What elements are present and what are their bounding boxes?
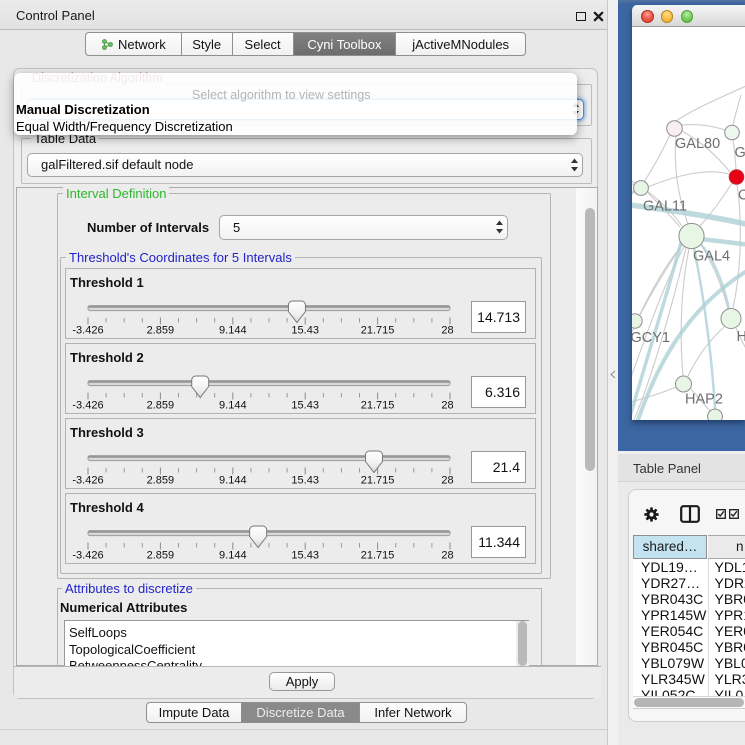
svg-text:HX: HX	[737, 329, 745, 345]
svg-text:9.144: 9.144	[219, 400, 247, 412]
svg-text:28: 28	[441, 325, 453, 337]
svg-text:-3.426: -3.426	[72, 550, 103, 562]
svg-text:15.43: 15.43	[291, 550, 319, 562]
svg-text:GAL11: GAL11	[643, 199, 687, 215]
svg-text:2.859: 2.859	[147, 400, 175, 412]
svg-text:28: 28	[441, 550, 453, 562]
svg-text:21.715: 21.715	[361, 475, 395, 487]
svg-text:28: 28	[441, 475, 453, 487]
svg-text:15.43: 15.43	[291, 400, 319, 412]
svg-text:9.144: 9.144	[219, 550, 247, 562]
svg-text:-3.426: -3.426	[72, 475, 103, 487]
svg-text:21.715: 21.715	[361, 400, 395, 412]
svg-text:GAL: GAL	[735, 145, 745, 161]
svg-text:15.43: 15.43	[291, 325, 319, 337]
svg-text:CO: CO	[738, 188, 745, 204]
svg-text:2.859: 2.859	[147, 550, 175, 562]
svg-text:GCY1: GCY1	[632, 330, 670, 346]
svg-text:9.144: 9.144	[219, 475, 247, 487]
svg-text:HAP2: HAP2	[685, 392, 723, 408]
svg-text:2.859: 2.859	[147, 325, 175, 337]
svg-text:21.715: 21.715	[361, 550, 395, 562]
svg-text:GAL4: GAL4	[693, 249, 730, 265]
svg-text:15.43: 15.43	[291, 475, 319, 487]
svg-text:GAL80: GAL80	[675, 136, 720, 152]
svg-text:21.715: 21.715	[361, 325, 395, 337]
svg-text:-3.426: -3.426	[72, 325, 103, 337]
svg-text:28: 28	[441, 400, 453, 412]
svg-text:-3.426: -3.426	[72, 400, 103, 412]
svg-text:9.144: 9.144	[219, 325, 247, 337]
svg-text:2.859: 2.859	[147, 475, 175, 487]
